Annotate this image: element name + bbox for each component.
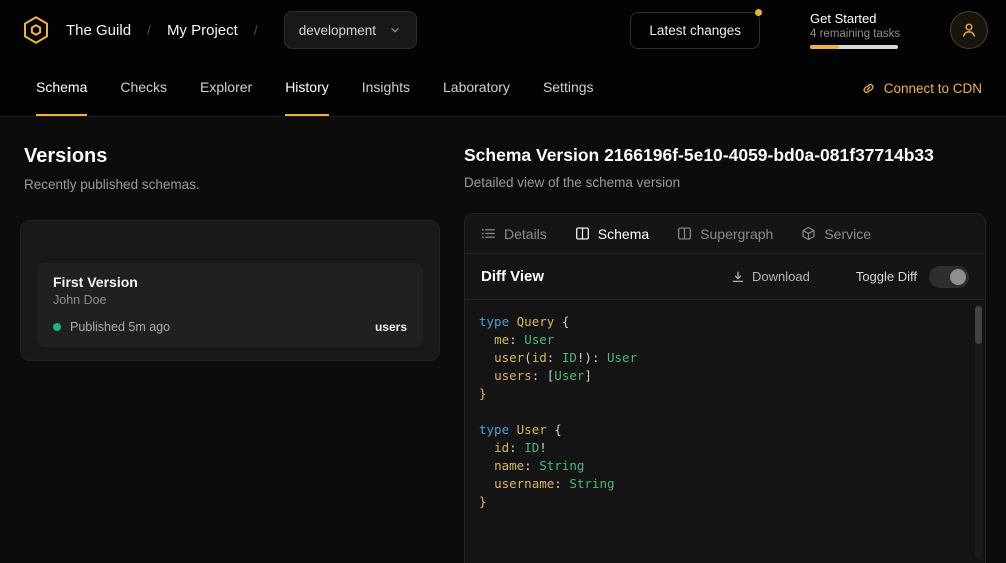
panel-tab-label: Supergraph — [700, 226, 773, 242]
code-line: } — [479, 385, 971, 403]
version-name: First Version — [53, 274, 407, 290]
versions-column: Versions Recently published schemas. Fir… — [0, 117, 464, 563]
tab-laboratory[interactable]: Laboratory — [443, 60, 510, 116]
switch-knob — [950, 269, 966, 285]
get-started-widget[interactable]: Get Started 4 remaining tasks — [810, 11, 904, 49]
columns-icon — [575, 226, 590, 241]
breadcrumb-org[interactable]: The Guild — [66, 22, 131, 39]
connect-cdn-link[interactable]: Connect to CDN — [861, 60, 982, 116]
user-menu-button[interactable] — [950, 11, 988, 49]
code-line: user(id: ID!): User — [479, 349, 971, 367]
versions-header: Versions Recently published schemas. — [20, 145, 440, 192]
panel-tab-label: Schema — [598, 226, 649, 242]
list-icon — [481, 226, 496, 241]
get-started-title: Get Started — [810, 11, 904, 26]
latest-changes-button[interactable]: Latest changes — [630, 12, 760, 49]
versions-card: First Version John Doe Published 5m ago … — [20, 220, 440, 361]
diff-actions: Download Toggle Diff — [731, 266, 969, 288]
scrollbar[interactable] — [975, 304, 982, 559]
tab-explorer[interactable]: Explorer — [200, 60, 252, 116]
detail-tabs: Details Schema Supergraph Service — [465, 214, 985, 254]
toggle-diff-label: Toggle Diff — [856, 269, 917, 284]
versions-subtitle: Recently published schemas. — [24, 177, 440, 192]
link-icon — [861, 81, 876, 96]
notification-dot — [755, 9, 762, 16]
schema-version-detail: Schema Version 2166196f-5e10-4059-bd0a-0… — [464, 117, 1006, 563]
version-list-item[interactable]: First Version John Doe Published 5m ago … — [37, 263, 423, 347]
version-meta-row: Published 5m ago users — [53, 320, 407, 334]
breadcrumb-separator: / — [147, 22, 151, 38]
chevron-down-icon — [388, 23, 402, 37]
code-line: users: [User] — [479, 367, 971, 385]
code-line: id: ID! — [479, 439, 971, 457]
latest-changes-label: Latest changes — [649, 23, 741, 38]
code-line: me: User — [479, 331, 971, 349]
person-icon — [960, 21, 978, 39]
panel-tab-supergraph[interactable]: Supergraph — [677, 226, 773, 242]
hive-logo-icon[interactable] — [20, 14, 52, 46]
page-content: Versions Recently published schemas. Fir… — [0, 117, 1006, 563]
panel-tab-service[interactable]: Service — [801, 226, 871, 242]
scrollbar-thumb[interactable] — [975, 306, 982, 344]
tab-settings[interactable]: Settings — [543, 60, 594, 116]
breadcrumb: The Guild / My Project / — [66, 22, 258, 39]
schema-version-subtitle: Detailed view of the schema version — [464, 175, 986, 190]
connect-cdn-label: Connect to CDN — [884, 81, 982, 96]
toggle-diff-switch[interactable] — [929, 266, 969, 288]
code-line: } — [479, 493, 971, 511]
panel-tab-schema[interactable]: Schema — [575, 226, 649, 242]
environment-select[interactable]: development — [284, 11, 417, 49]
breadcrumb-project[interactable]: My Project — [167, 22, 238, 39]
panel-tab-label: Service — [824, 226, 871, 242]
progress-fill — [810, 45, 839, 49]
tab-schema[interactable]: Schema — [36, 60, 87, 116]
diff-view-title: Diff View — [481, 268, 544, 285]
tab-insights[interactable]: Insights — [362, 60, 410, 116]
environment-value: development — [299, 23, 376, 38]
code-line: username: String — [479, 475, 971, 493]
code-line: type Query { — [479, 313, 971, 331]
progress-bar — [810, 45, 898, 49]
published-status-dot — [53, 323, 61, 331]
download-button[interactable]: Download — [731, 269, 810, 284]
versions-title: Versions — [24, 145, 440, 168]
schema-version-title: Schema Version 2166196f-5e10-4059-bd0a-0… — [464, 145, 986, 166]
version-status: Published 5m ago — [70, 320, 170, 334]
main-nav: Schema Checks Explorer History Insights Labor… — [0, 60, 1006, 117]
download-icon — [731, 270, 745, 284]
code-line: name: String — [479, 457, 971, 475]
version-author: John Doe — [53, 293, 407, 307]
sdl-code: type Query { me: User user(id: ID!): Use… — [479, 313, 971, 511]
tab-checks[interactable]: Checks — [120, 60, 167, 116]
schema-detail-panel: Details Schema Supergraph Service Diff View… — [464, 213, 986, 563]
get-started-task-count: 4 remaining tasks — [810, 28, 904, 40]
top-bar: The Guild / My Project / development Lat… — [0, 0, 1006, 60]
columns-icon — [677, 226, 692, 241]
download-label: Download — [752, 269, 810, 284]
breadcrumb-separator: / — [254, 22, 258, 38]
sdl-code-block[interactable]: type Query { me: User user(id: ID!): Use… — [465, 299, 985, 563]
diff-view-header: Diff View Download Toggle Diff — [465, 254, 985, 299]
service-badge: users — [375, 320, 407, 334]
panel-tab-details[interactable]: Details — [481, 226, 547, 242]
panel-tab-label: Details — [504, 226, 547, 242]
code-line: type User { — [479, 421, 971, 439]
code-line — [479, 403, 971, 421]
tab-history[interactable]: History — [285, 60, 329, 116]
nav-tabs: Schema Checks Explorer History Insights Labor… — [36, 60, 594, 116]
package-icon — [801, 226, 816, 241]
